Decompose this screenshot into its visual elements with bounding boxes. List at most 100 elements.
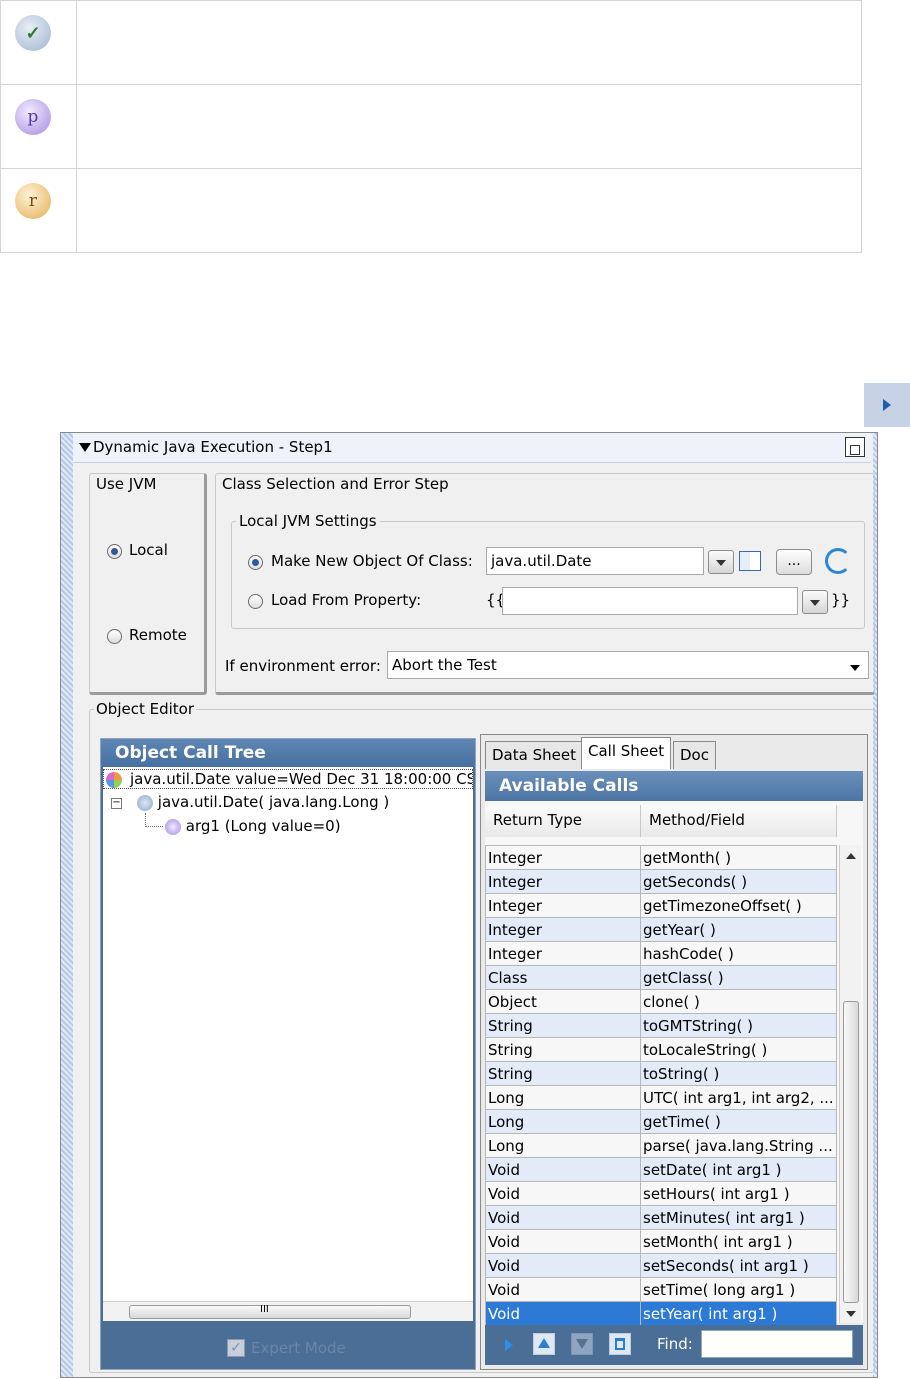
table-row[interactable]: Class getClass( ) [485, 965, 837, 990]
table-row[interactable]: Object clone( ) [485, 989, 837, 1014]
play-icon[interactable] [505, 1339, 513, 1351]
method-field-cell[interactable]: setSeconds( int arg1 ) [640, 1253, 837, 1278]
chevron-down-icon[interactable] [850, 665, 860, 671]
environment-error-select[interactable]: Abort the Test [387, 651, 869, 679]
return-type-cell[interactable]: Long [485, 1133, 641, 1158]
scrollbar-thumb[interactable]: III [129, 1304, 411, 1319]
table-row[interactable]: Void setMonth( int arg1 ) [485, 1229, 837, 1254]
tab-doc[interactable]: Doc [673, 741, 716, 769]
calls-vertical-scrollbar[interactable] [839, 845, 861, 1323]
method-field-cell[interactable]: setMonth( int arg1 ) [640, 1229, 837, 1254]
table-row[interactable]: Integer getMonth( ) [485, 845, 837, 870]
return-type-cell[interactable]: Void [485, 1157, 641, 1182]
table-row[interactable]: Void setTime( long arg1 ) [485, 1277, 837, 1302]
scroll-up-icon[interactable] [846, 853, 856, 859]
method-field-cell[interactable]: parse( java.lang.String ... [640, 1133, 837, 1158]
return-type-cell[interactable]: Void [485, 1277, 641, 1302]
method-field-cell[interactable]: getMonth( ) [640, 845, 837, 870]
refresh-icon[interactable] [825, 548, 851, 574]
method-field-cell[interactable]: clone( ) [640, 989, 837, 1014]
return-type-cell[interactable]: Integer [485, 869, 641, 894]
tab-data-sheet[interactable]: Data Sheet [485, 741, 583, 769]
return-type-cell[interactable]: String [485, 1061, 641, 1086]
expand-panel-button[interactable] [864, 383, 910, 427]
scroll-down-icon[interactable] [846, 1311, 856, 1317]
return-type-cell[interactable]: Void [485, 1301, 641, 1326]
collapse-triangle-icon[interactable] [79, 443, 91, 452]
load-from-property-radio[interactable] [248, 594, 263, 609]
tree-node-parameter[interactable]: arg1 (Long value=0) [165, 817, 341, 835]
method-field-cell[interactable]: getClass( ) [640, 965, 837, 990]
method-field-cell[interactable]: getTime( ) [640, 1109, 837, 1134]
method-field-cell[interactable]: setYear( int arg1 ) [640, 1301, 837, 1326]
method-field-cell[interactable]: setMinutes( int arg1 ) [640, 1205, 837, 1230]
property-input[interactable] [502, 587, 798, 615]
table-row[interactable]: Integer getTimezoneOffset( ) [485, 893, 837, 918]
load-from-property-label[interactable]: Load From Property: [271, 591, 421, 609]
make-new-object-label[interactable]: Make New Object Of Class: [271, 552, 473, 570]
tree-node-constructor[interactable]: java.util.Date( java.lang.Long ) [137, 793, 389, 811]
method-field-cell[interactable]: getSeconds( ) [640, 869, 837, 894]
remote-label[interactable]: Remote [129, 626, 187, 644]
method-field-cell[interactable]: toLocaleString( ) [640, 1037, 837, 1062]
table-row[interactable]: String toLocaleString( ) [485, 1037, 837, 1062]
return-type-cell[interactable]: Integer [485, 941, 641, 966]
return-type-cell[interactable]: Integer [485, 893, 641, 918]
table-row[interactable]: String toGMTString( ) [485, 1013, 837, 1038]
object-call-tree[interactable]: java.util.Date value=Wed Dec 31 18:00:00… [103, 767, 473, 1315]
expert-mode-label[interactable]: Expert Mode [251, 1339, 346, 1357]
class-browser-icon[interactable] [739, 551, 761, 571]
table-row[interactable]: Long UTC( int arg1, int arg2, ... [485, 1085, 837, 1110]
return-type-cell[interactable]: String [485, 1037, 641, 1062]
return-type-cell[interactable]: Integer [485, 917, 641, 942]
method-field-cell[interactable]: setHours( int arg1 ) [640, 1181, 837, 1206]
method-field-cell[interactable]: UTC( int arg1, int arg2, ... [640, 1085, 837, 1110]
column-header-method-field[interactable]: Method/Field [641, 805, 837, 837]
expert-mode-checkbox[interactable]: ✓ [227, 1339, 245, 1357]
tab-call-sheet[interactable]: Call Sheet [581, 737, 672, 769]
method-field-cell[interactable]: hashCode( ) [640, 941, 837, 966]
table-row[interactable]: String toString( ) [485, 1061, 837, 1086]
return-type-cell[interactable]: String [485, 1013, 641, 1038]
tree-node-root[interactable]: java.util.Date value=Wed Dec 31 18:00:00… [103, 769, 473, 789]
make-new-object-radio[interactable] [248, 555, 263, 570]
return-type-cell[interactable]: Void [485, 1229, 641, 1254]
method-field-cell[interactable]: setDate( int arg1 ) [640, 1157, 837, 1182]
return-type-cell[interactable]: Void [485, 1205, 641, 1230]
method-field-cell[interactable]: toString( ) [640, 1061, 837, 1086]
table-row[interactable]: Long getTime( ) [485, 1109, 837, 1134]
move-up-button[interactable] [533, 1333, 555, 1355]
browse-button[interactable]: ... [776, 549, 812, 575]
tree-horizontal-scrollbar[interactable]: III [103, 1301, 473, 1321]
table-row[interactable]: Void setSeconds( int arg1 ) [485, 1253, 837, 1278]
return-type-cell[interactable]: Integer [485, 845, 641, 870]
move-down-button[interactable] [571, 1333, 593, 1355]
return-type-cell[interactable]: Long [485, 1109, 641, 1134]
class-dropdown-button[interactable] [708, 550, 734, 574]
return-type-cell[interactable]: Long [485, 1085, 641, 1110]
table-row[interactable]: Void setYear( int arg1 ) [485, 1301, 837, 1326]
tree-expand-icon[interactable]: − [111, 798, 122, 809]
table-row[interactable]: Integer hashCode( ) [485, 941, 837, 966]
table-row[interactable]: Void setMinutes( int arg1 ) [485, 1205, 837, 1230]
method-field-cell[interactable]: toGMTString( ) [640, 1013, 837, 1038]
table-row[interactable]: Long parse( java.lang.String ... [485, 1133, 837, 1158]
column-header-return-type[interactable]: Return Type [485, 805, 641, 837]
class-name-input[interactable]: java.util.Date [486, 547, 704, 575]
undock-icon[interactable] [845, 437, 865, 457]
table-row[interactable]: Integer getSeconds( ) [485, 869, 837, 894]
return-type-cell[interactable]: Class [485, 965, 641, 990]
return-type-cell[interactable]: Void [485, 1181, 641, 1206]
find-input[interactable] [701, 1330, 853, 1358]
panel-title-bar[interactable]: Dynamic Java Execution - Step1 [73, 433, 871, 463]
table-row[interactable]: Void setHours( int arg1 ) [485, 1181, 837, 1206]
return-type-cell[interactable]: Object [485, 989, 641, 1014]
remote-radio[interactable] [107, 629, 122, 644]
table-row[interactable]: Integer getYear( ) [485, 917, 837, 942]
property-dropdown-button[interactable] [802, 590, 828, 614]
scrollbar-thumb[interactable] [843, 1001, 859, 1303]
local-label[interactable]: Local [129, 541, 168, 559]
method-field-cell[interactable]: setTime( long arg1 ) [640, 1277, 837, 1302]
method-field-cell[interactable]: getTimezoneOffset( ) [640, 893, 837, 918]
local-radio[interactable] [107, 544, 122, 559]
